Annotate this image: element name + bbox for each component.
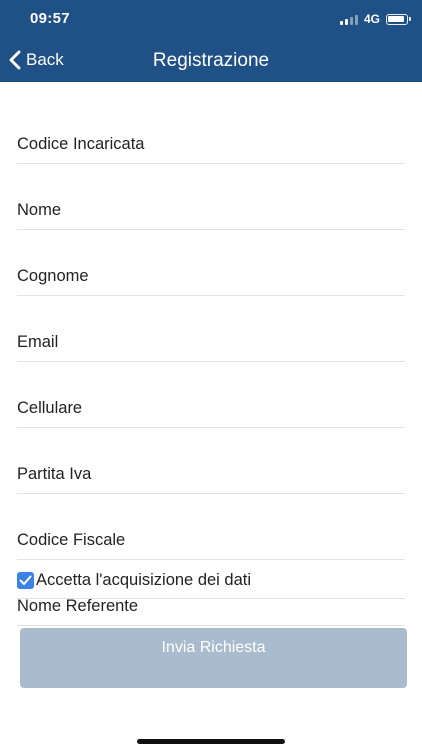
status-indicators: 4G [339,12,411,26]
codice-incaricata-input[interactable] [17,124,405,164]
signal-bars-icon [339,14,358,25]
top-bar: 09:57 4G Back Registrazione [0,0,422,82]
consent-row: Accetta l'acquisizione dei dati [17,563,405,599]
checkmark-icon [19,575,32,585]
page-title: Registrazione [152,50,270,71]
cognome-field [17,256,405,296]
email-field [17,322,405,362]
partita-iva-input[interactable] [17,454,405,494]
codice-fiscale-field [17,520,405,560]
consent-label: Accetta l'acquisizione dei dati [36,571,252,589]
consent-checkbox[interactable] [17,572,34,589]
nome-field [17,190,405,230]
home-indicator [137,739,285,744]
nome-input[interactable] [17,190,405,230]
network-label: 4G [363,12,380,26]
partita-iva-field [17,454,405,494]
codice-incaricata-field [17,124,405,164]
submit-button[interactable]: Invia Richiesta [20,628,407,688]
codice-fiscale-input[interactable] [17,520,405,560]
email-input[interactable] [17,322,405,362]
registration-screen: 09:57 4G Back Registrazione Codice Incar… [0,0,422,750]
cellulare-input[interactable] [17,388,405,428]
battery-icon [386,13,411,25]
status-time: 09:57 [30,10,70,27]
cognome-input[interactable] [17,256,405,296]
cellulare-field [17,388,405,428]
